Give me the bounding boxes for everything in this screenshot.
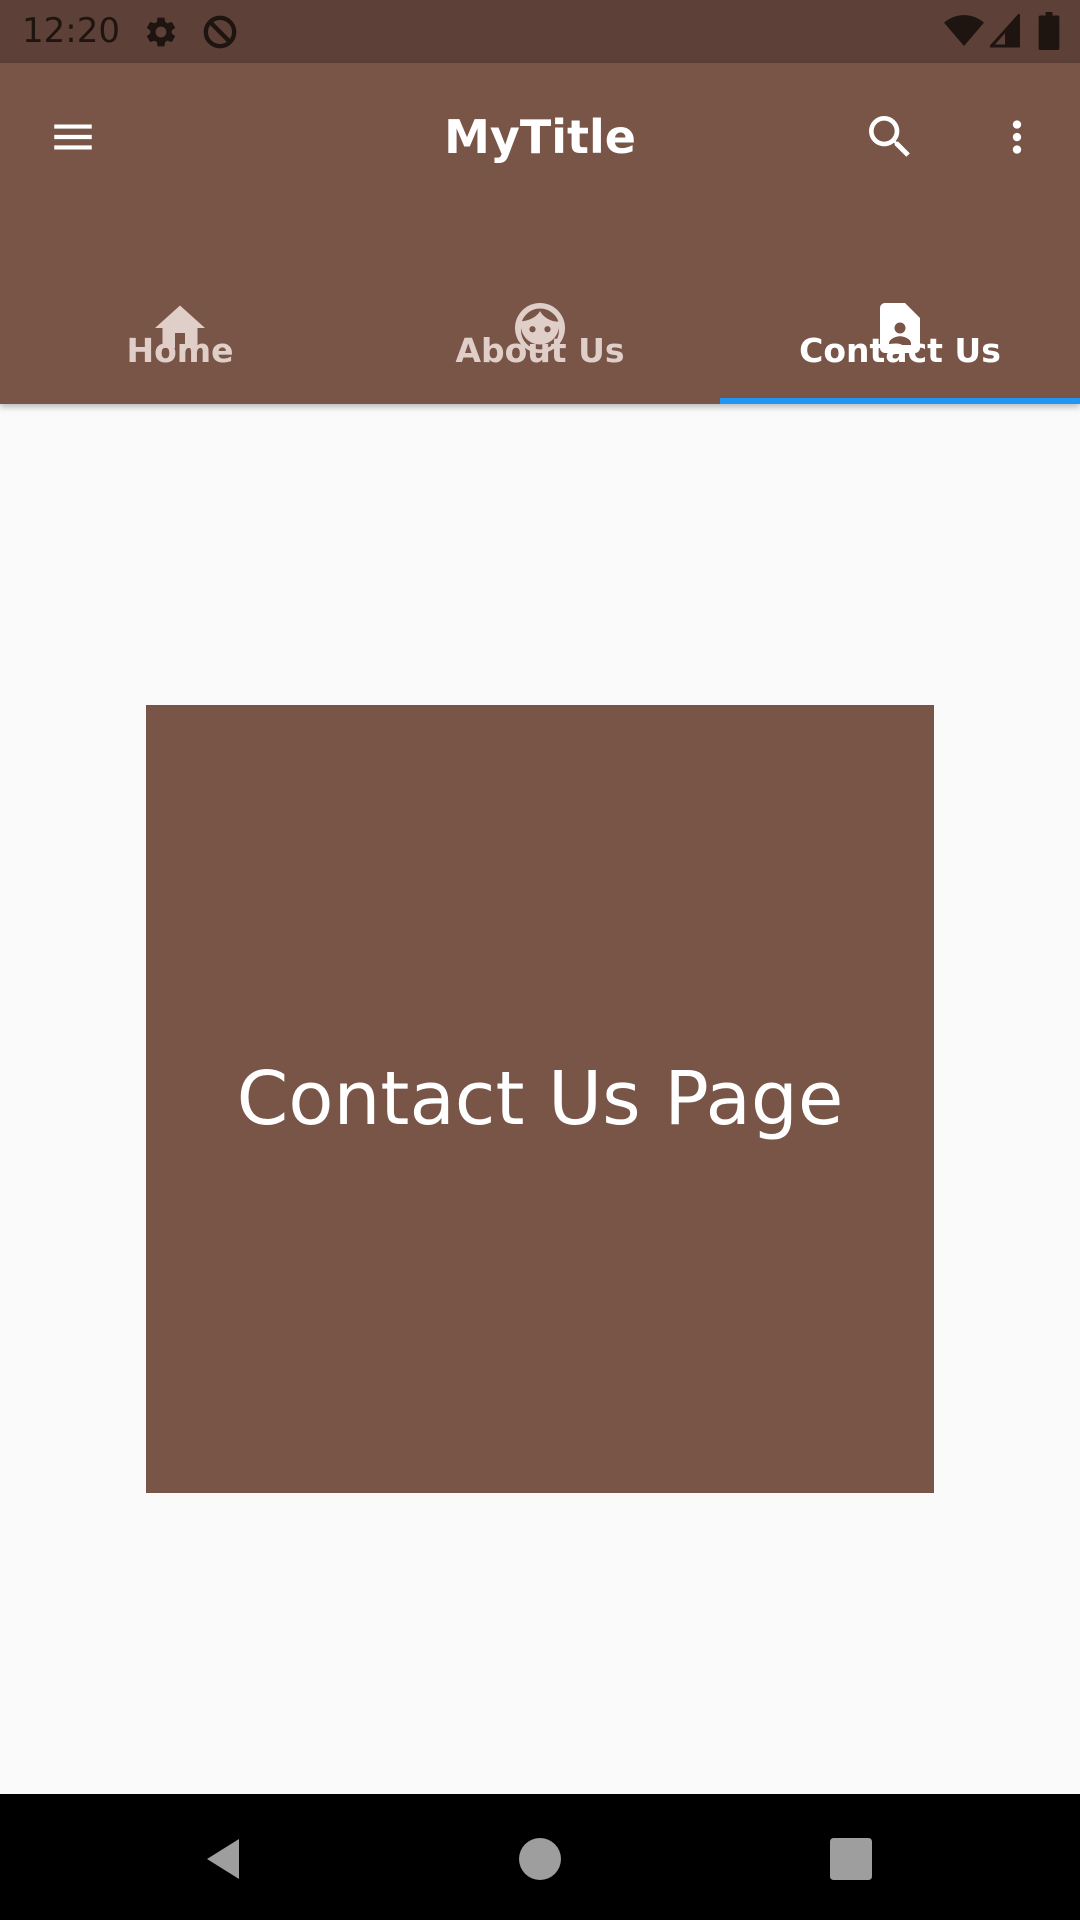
status-bar: 12:20 (0, 0, 1080, 63)
tab-about-us[interactable]: About Us (360, 223, 720, 404)
more-vert-icon (1012, 120, 1022, 154)
wifi-icon (944, 15, 984, 46)
cell-signal-icon (990, 14, 1020, 48)
search-button[interactable] (842, 89, 938, 185)
tab-selected-indicator (720, 398, 1080, 404)
home-circle-icon (519, 1838, 561, 1880)
back-button[interactable] (180, 1814, 270, 1904)
tab-label-contact-us: Contact Us (799, 331, 1001, 370)
recents-icon (830, 1838, 872, 1880)
system-nav-bar (0, 1794, 1080, 1920)
do-not-disturb-icon (203, 15, 237, 49)
gear-icon (146, 17, 176, 47)
battery-icon (1038, 12, 1060, 50)
app-bar: MyTitle Home About Us Contact Us (0, 63, 1080, 404)
home-button[interactable] (495, 1814, 585, 1904)
back-icon (207, 1839, 239, 1879)
tab-home[interactable]: Home (0, 223, 360, 404)
page-content-text: Contact Us Page (236, 1056, 844, 1142)
tab-contact-us[interactable]: Contact Us (720, 223, 1080, 404)
search-icon (869, 116, 910, 157)
overflow-menu-button[interactable] (969, 89, 1065, 185)
tab-label-about-us: About Us (455, 331, 625, 370)
content-card: Contact Us Page (146, 705, 934, 1493)
recents-button[interactable] (806, 1814, 896, 1904)
tab-bar: Home About Us Contact Us (0, 223, 1080, 404)
status-time: 12:20 (22, 11, 120, 51)
tab-label-home: Home (126, 331, 234, 370)
